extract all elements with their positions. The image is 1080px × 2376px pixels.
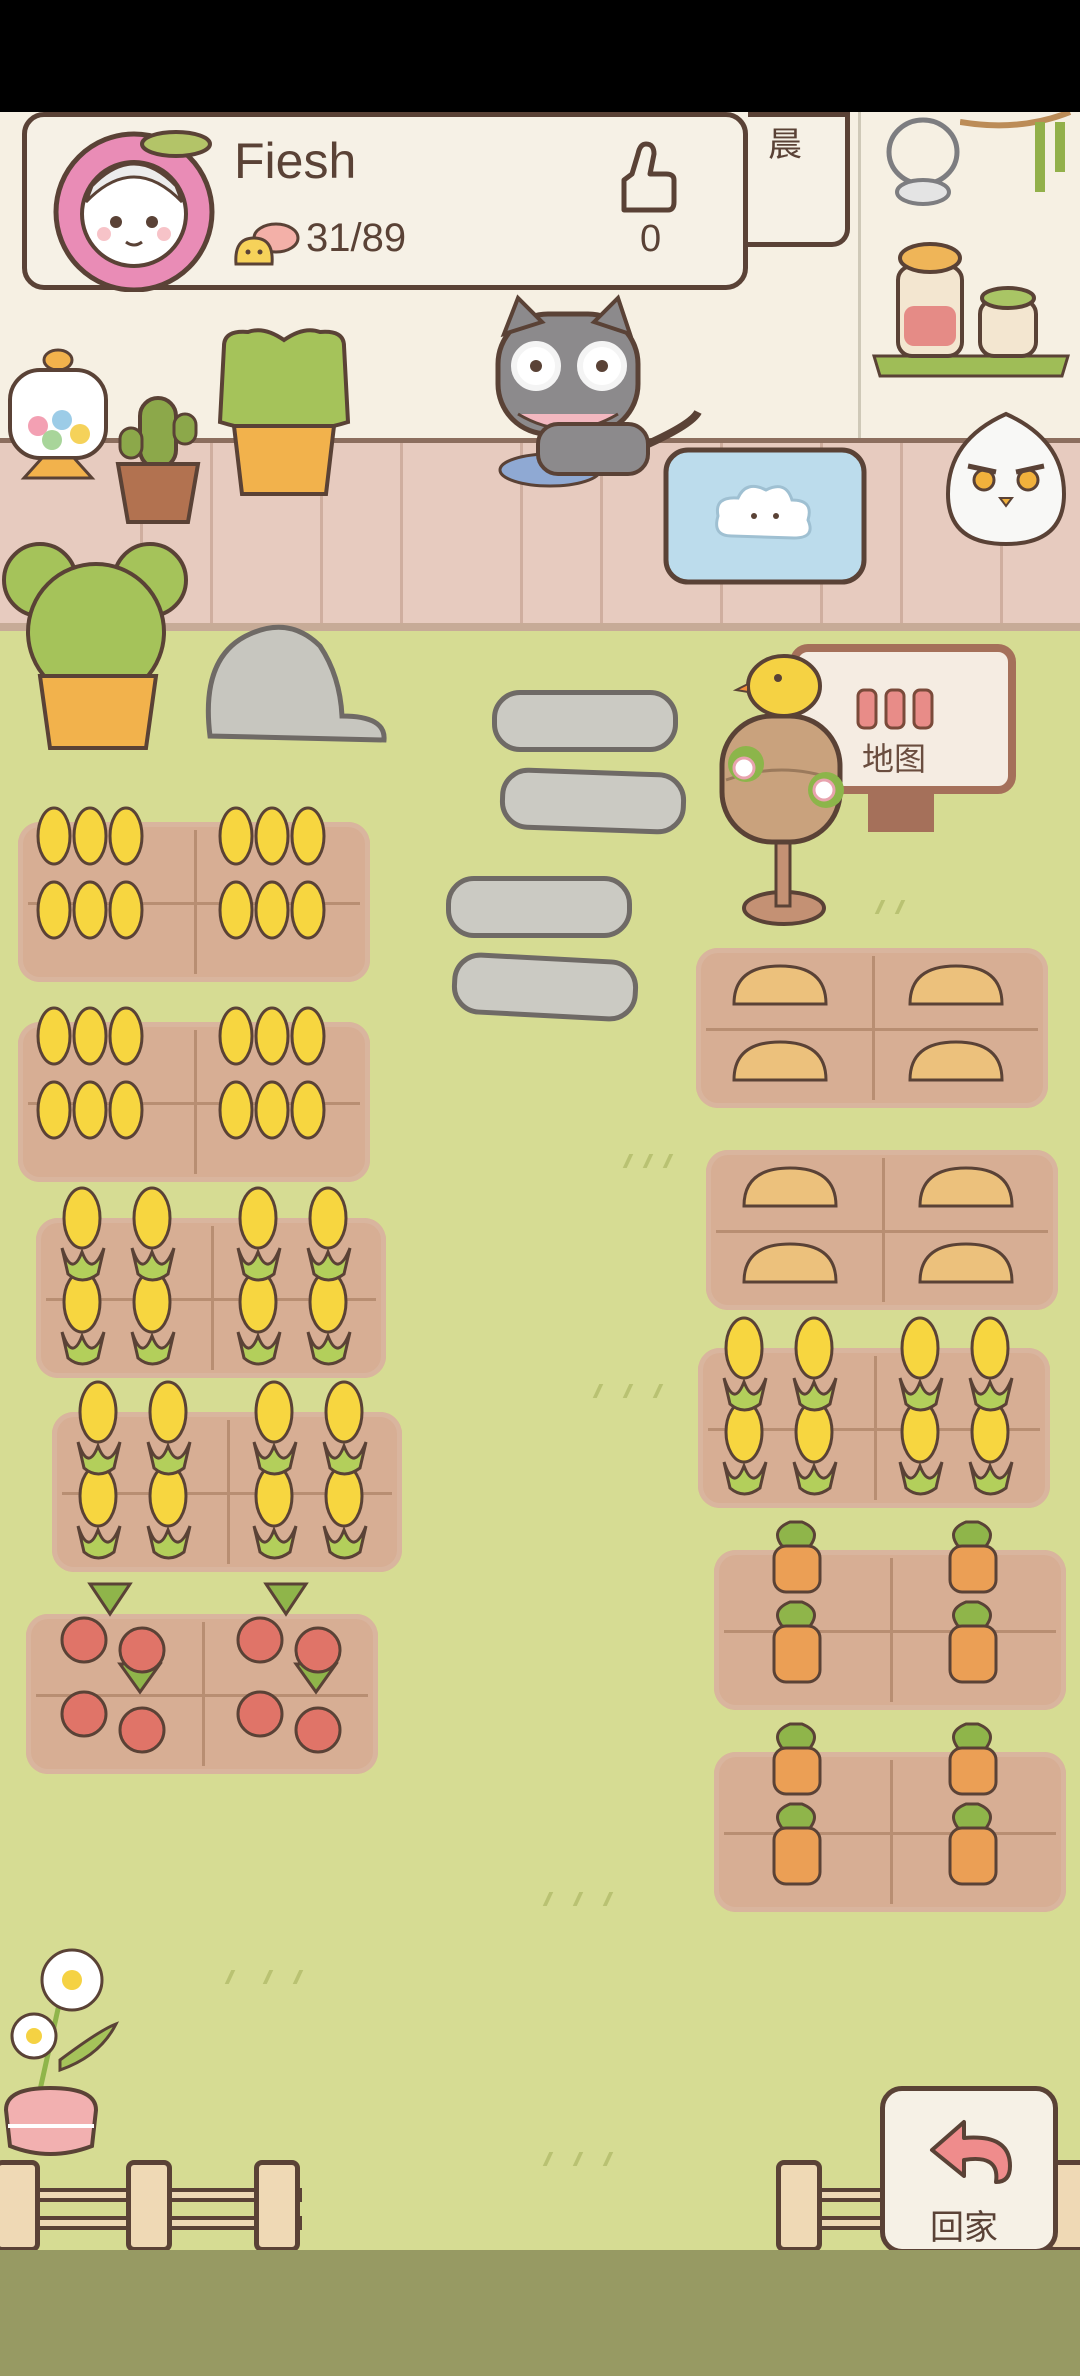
stepping-stone	[446, 876, 632, 938]
grass-tuft	[662, 1154, 682, 1168]
signpost-post	[868, 790, 934, 832]
corn-crop-icon	[76, 1380, 368, 1560]
wheat-crop-icon	[36, 806, 326, 940]
fence-post	[0, 2160, 40, 2252]
tomato-crop-icon	[60, 1582, 342, 1754]
wheat-crop-icon	[36, 1006, 326, 1140]
potato-crop-icon	[732, 964, 1004, 1082]
notice-panel-text: 晨	[768, 126, 802, 164]
grass-tuft	[224, 1970, 244, 1984]
grass-tuft	[874, 900, 894, 914]
grass-tuft	[542, 2152, 562, 2166]
grass-tuft	[262, 1970, 282, 1984]
return-arrow-icon	[930, 2120, 1012, 2184]
owl-egg-character-icon[interactable]	[944, 410, 1068, 548]
stepping-stone	[450, 951, 640, 1023]
stepping-stone	[492, 690, 678, 752]
grass-tuft	[602, 1892, 622, 1906]
fence-post	[776, 2160, 822, 2252]
shelf-jars-icon	[871, 242, 1071, 378]
player-avatar-icon[interactable]	[46, 122, 222, 292]
home-button-label: 回家	[930, 2209, 998, 2247]
carrot-crop-icon	[772, 1722, 998, 1886]
grass-tuft	[292, 1970, 312, 1984]
grass-tuft	[622, 1154, 642, 1168]
corn-crop-icon	[722, 1316, 1014, 1496]
fence-post	[254, 2160, 300, 2252]
map-label: 地图	[862, 741, 927, 777]
carrot-crop-icon	[772, 1520, 998, 1684]
grass-tuft	[642, 1154, 662, 1168]
potato-crop-icon	[742, 1166, 1014, 1284]
grass-tuft	[622, 1384, 642, 1398]
likes-count: 0	[640, 218, 662, 260]
house-wall-line	[858, 112, 861, 442]
grass-tuft	[542, 1892, 562, 1906]
cactus-pot-icon	[115, 396, 201, 524]
scarecrow-bird-icon[interactable]	[696, 640, 866, 930]
grass-tuft	[602, 2152, 622, 2166]
thumbs-up-icon[interactable]	[614, 140, 678, 216]
notice-panel[interactable]: 晨	[748, 112, 850, 247]
hanging-basket-icon	[886, 117, 960, 206]
collection-count: 31/89	[306, 216, 407, 260]
cloud-rug-icon	[663, 447, 867, 585]
grass-tuft	[652, 1384, 672, 1398]
player-name: Fiesh	[234, 133, 357, 189]
status-bar	[0, 0, 1080, 112]
grass-tuft	[592, 1384, 612, 1398]
fence-post	[126, 2160, 172, 2252]
fence-map-icon	[856, 688, 934, 730]
hanging-plant-icon	[960, 112, 1072, 192]
gray-rock-icon	[205, 624, 387, 743]
grass-tuft	[572, 2152, 592, 2166]
stepping-stone	[498, 766, 688, 836]
grass-tuft	[572, 1892, 592, 1906]
corn-crop-icon	[60, 1186, 352, 1366]
cat-treat-icon	[234, 222, 300, 266]
candy-jar-icon	[8, 348, 108, 480]
flower-pot-icon	[3, 1948, 120, 2156]
frog-bush-pot-icon	[217, 328, 351, 496]
bush-pot-icon	[2, 542, 188, 750]
grass-tuft	[894, 900, 914, 914]
bottom-bar	[0, 2250, 1080, 2376]
